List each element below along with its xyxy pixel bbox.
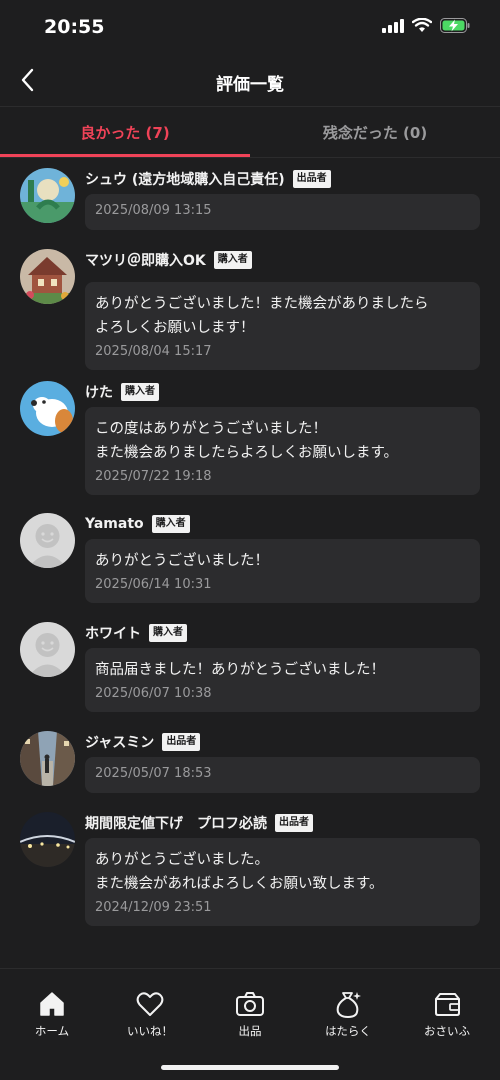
role-badge: 出品者	[275, 814, 313, 832]
avatar-street-photo-icon	[20, 731, 75, 786]
divider	[0, 157, 500, 158]
review-bubble: ありがとうございました。 また機会があればよろしくお願い致します。 2024/1…	[85, 838, 480, 926]
user-name[interactable]: ホワイト	[85, 623, 141, 643]
default-avatar-icon	[20, 622, 75, 677]
role-badge: 購入者	[149, 624, 187, 642]
bottom-nav-home[interactable]: ホーム	[2, 989, 102, 1039]
review-date: 2025/06/07 10:38	[95, 686, 212, 701]
home-indicator	[161, 1065, 339, 1070]
avatar-dog-icon	[20, 381, 75, 436]
wifi-icon	[412, 18, 432, 32]
bottom-nav-label: いいね！	[127, 1024, 173, 1038]
avatar[interactable]	[20, 513, 75, 568]
role-badge: 購入者	[121, 383, 159, 401]
review-comment: この度はありがとうございました！ また機会ありましたらよろしくお願いします。	[95, 421, 399, 461]
review-bubble: 2025/08/09 13:15	[85, 194, 480, 230]
review-bubble: ありがとうございました！また機会がありましたら よろしくお願いします！ 2025…	[85, 282, 480, 370]
avatar[interactable]	[20, 622, 75, 677]
review-date: 2025/08/04 15:17	[95, 344, 212, 359]
tab-good[interactable]: 良かった (7)	[0, 107, 250, 157]
bottom-nav-label: おさいふ	[424, 1024, 470, 1038]
user-name[interactable]: けた	[85, 382, 113, 402]
avatar[interactable]	[20, 249, 75, 304]
review-bubble: 商品届きました！ありがとうございました！ 2025/06/07 10:38	[85, 648, 480, 712]
avatar[interactable]	[20, 731, 75, 786]
avatar-house-photo-icon	[20, 249, 75, 304]
review-bubble: この度はありがとうございました！ また機会ありましたらよろしくお願いします。 2…	[85, 407, 480, 495]
avatar[interactable]	[20, 381, 75, 436]
review-date: 2025/06/14 10:31	[95, 577, 212, 592]
review-bubble: 2025/05/07 18:53	[85, 757, 480, 793]
status-bar: 20:55	[0, 0, 500, 56]
review-date: 2025/08/09 13:15	[95, 203, 212, 218]
default-avatar-icon	[20, 513, 75, 568]
avatar[interactable]	[20, 812, 75, 867]
navigation-bar: 評価一覧	[0, 56, 500, 106]
role-badge: 出品者	[162, 733, 201, 751]
wallet-icon	[435, 993, 460, 1016]
review-comment: ありがとうございました！また機会がありましたら よろしくお願いします！	[95, 296, 429, 336]
user-name[interactable]: マツリ＠即購入OK	[85, 250, 206, 270]
money-bag-icon	[336, 992, 361, 1018]
page-title: 評価一覧	[216, 75, 284, 95]
heart-icon	[136, 992, 164, 1016]
review-comment: 商品届きました！ありがとうございました！	[95, 662, 385, 678]
role-badge: 購入者	[213, 251, 252, 269]
review-date: 2024/12/09 23:51	[95, 900, 212, 915]
signal-icon	[382, 18, 404, 33]
review-comment: ありがとうございました。 また機会があればよろしくお願い致します。	[95, 852, 384, 892]
camera-icon	[236, 992, 264, 1016]
user-name[interactable]: Yamato	[85, 516, 144, 532]
bottom-nav-label: 出品	[238, 1024, 262, 1038]
user-name[interactable]: 期間限定値下げ プロフ必読	[85, 813, 267, 833]
avatar-night-photo-icon	[20, 812, 75, 867]
status-time: 20:55	[44, 16, 105, 38]
rating-tabs: 良かった (7) 残念だった (0)	[0, 107, 500, 157]
review-date: 2025/05/07 18:53	[95, 766, 212, 781]
home-icon	[40, 992, 64, 1016]
bottom-tab-bar: ホーム いいね！ 出品 はたらく おさいふ	[0, 968, 500, 1080]
battery-charging-icon	[440, 18, 470, 33]
bottom-nav-label: はたらく	[325, 1024, 371, 1038]
review-bubble: ありがとうございました！ 2025/06/14 10:31	[85, 539, 480, 603]
review-comment: ありがとうございました！	[95, 553, 269, 569]
avatar[interactable]	[20, 168, 75, 223]
role-badge: 出品者	[292, 170, 331, 188]
bottom-nav-wallet[interactable]: おさいふ	[397, 989, 497, 1039]
bottom-nav-likes[interactable]: いいね！	[100, 989, 200, 1039]
avatar-illustration-icon	[20, 168, 75, 223]
user-name[interactable]: シュウ (遠方地域購入自己責任)	[85, 169, 285, 189]
user-name[interactable]: ジャスミン	[85, 732, 154, 752]
tab-bad[interactable]: 残念だった (0)	[250, 107, 500, 157]
bottom-nav-label: ホーム	[34, 1024, 70, 1038]
bottom-nav-sell[interactable]: 出品	[200, 989, 300, 1039]
bottom-nav-work[interactable]: はたらく	[298, 989, 398, 1039]
review-date: 2025/07/22 19:18	[95, 469, 212, 484]
role-badge: 購入者	[151, 515, 190, 533]
